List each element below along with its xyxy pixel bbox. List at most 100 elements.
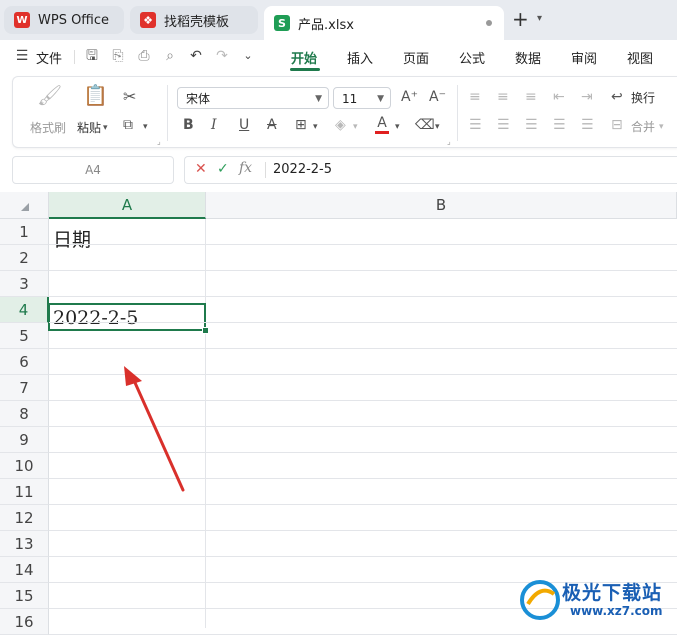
fill-chevron-icon[interactable]: ▾	[353, 119, 358, 135]
strikethrough-icon[interactable]: A	[267, 117, 277, 133]
italic-icon[interactable]: I	[211, 117, 217, 133]
row-header-1[interactable]: 1	[0, 219, 49, 245]
eraser-icon[interactable]: ⌫	[415, 117, 435, 133]
chevron-down-icon[interactable]: ▼	[377, 88, 384, 110]
row-header-14[interactable]: 14	[0, 557, 49, 583]
menu-tab-review[interactable]: 审阅	[571, 48, 597, 67]
menu-tab-page[interactable]: 页面	[403, 48, 429, 67]
redo-icon[interactable]: ↷	[214, 48, 230, 64]
wrap-text-label[interactable]: 换行	[631, 89, 655, 106]
divider	[265, 162, 266, 178]
row-header-10[interactable]: 10	[0, 453, 49, 479]
merge-cells-label[interactable]: 合并	[631, 118, 655, 135]
row-header-16[interactable]: 16	[0, 609, 49, 635]
row-header-6[interactable]: 6	[0, 349, 49, 375]
save-icon[interactable]: 🖫	[84, 48, 100, 64]
font-name-combo[interactable]: 宋体 ▼	[177, 87, 329, 109]
align-middle-icon[interactable]: ≡	[497, 89, 509, 105]
chevron-down-icon[interactable]: ▼	[315, 88, 322, 110]
border-chevron-icon[interactable]: ▾	[313, 119, 318, 135]
align-top-icon[interactable]: ≡	[469, 89, 481, 105]
copy-chevron-icon[interactable]: ▾	[143, 119, 148, 135]
paste-chevron-icon[interactable]: ▾	[103, 120, 108, 136]
align-center-icon[interactable]: ☰	[497, 117, 510, 133]
more-chevron-down-icon[interactable]: ⌄	[240, 48, 256, 64]
decrease-indent-icon[interactable]: ⇤	[553, 89, 565, 105]
formula-input[interactable]: 2022-2-5	[273, 162, 332, 177]
chevron-down-icon[interactable]: ▾	[537, 13, 542, 24]
new-tab-plus-icon[interactable]: +	[512, 9, 529, 29]
justify-icon[interactable]: ☰	[553, 117, 566, 133]
spreadsheet-grid: A B 1 2 3 4 5 6 7 8 9 10 11 12 13 14 15 16 日期 2022-2-5	[0, 192, 677, 635]
row-header-3[interactable]: 3	[0, 271, 49, 297]
menu-tab-home[interactable]: 开始	[291, 48, 317, 67]
decrease-font-icon[interactable]: A⁻	[429, 89, 446, 105]
row-gridline	[49, 400, 677, 401]
font-color-chevron-icon[interactable]: ▾	[395, 119, 400, 135]
row-header-5[interactable]: 5	[0, 323, 49, 349]
wrap-text-icon[interactable]: ↩	[611, 89, 623, 105]
cancel-icon[interactable]: ✕	[195, 161, 207, 177]
tab-product-xlsx[interactable]: S 产品.xlsx	[264, 6, 504, 40]
menu-file[interactable]: 文件	[36, 48, 62, 67]
confirm-icon[interactable]: ✓	[217, 161, 229, 177]
border-icon[interactable]: ⊞	[295, 117, 307, 133]
row-gridline	[49, 426, 677, 427]
row-header-2[interactable]: 2	[0, 245, 49, 271]
unsaved-dot-icon[interactable]	[486, 20, 492, 26]
tab-wps-office[interactable]: W WPS Office	[4, 6, 124, 34]
align-bottom-icon[interactable]: ≡	[525, 89, 537, 105]
underline-icon[interactable]: U	[239, 117, 249, 133]
increase-indent-icon[interactable]: ⇥	[581, 89, 593, 105]
export-pdf-icon[interactable]: ⎘	[110, 48, 126, 64]
row-header-4[interactable]: 4	[0, 297, 49, 323]
distributed-icon[interactable]: ☰	[581, 117, 594, 133]
merge-chevron-icon[interactable]: ▾	[659, 119, 664, 135]
row-header-7[interactable]: 7	[0, 375, 49, 401]
font-size-combo[interactable]: 11 ▼	[333, 87, 391, 109]
tab-docer[interactable]: ❖ 找稻壳模板	[130, 6, 258, 34]
menu-tab-data[interactable]: 数据	[515, 48, 541, 67]
column-header-a[interactable]: A	[49, 192, 206, 219]
font-group-expand-icon[interactable]: ⌟	[447, 137, 451, 146]
paste-label[interactable]: 粘贴	[77, 119, 101, 136]
format-painter-label[interactable]: 格式刷	[30, 119, 66, 136]
copy-icon[interactable]: ⧉	[123, 117, 133, 133]
fill-handle[interactable]	[202, 327, 209, 334]
increase-font-icon[interactable]: A⁺	[401, 89, 418, 105]
hamburger-menu-icon[interactable]: ☰	[14, 48, 30, 64]
column-header-b[interactable]: B	[206, 192, 677, 219]
row-header-13[interactable]: 13	[0, 531, 49, 557]
row-gridline	[49, 296, 677, 297]
row-gridline	[49, 348, 677, 349]
row-header-12[interactable]: 12	[0, 505, 49, 531]
print-preview-icon[interactable]: ⌕	[162, 48, 178, 64]
menu-tab-formula[interactable]: 公式	[459, 48, 485, 67]
align-left-icon[interactable]: ☰	[469, 117, 482, 133]
row-header-11[interactable]: 11	[0, 479, 49, 505]
bold-icon[interactable]: B	[183, 117, 194, 133]
clipboard-group-expand-icon[interactable]: ⌟	[157, 137, 161, 146]
select-all-button[interactable]	[0, 192, 49, 219]
undo-icon[interactable]: ↶	[188, 48, 204, 64]
cut-icon[interactable]: ✂	[123, 89, 136, 105]
cell-a1[interactable]: 日期	[53, 225, 91, 252]
row-header-15[interactable]: 15	[0, 583, 49, 609]
menu-tab-insert[interactable]: 插入	[347, 48, 373, 67]
name-box[interactable]: A4	[12, 156, 174, 184]
print-icon[interactable]: ⎙	[136, 48, 152, 64]
menu-tab-view[interactable]: 视图	[627, 48, 653, 67]
watermark-logo-icon	[520, 580, 560, 620]
watermark-title: 极光下载站	[562, 582, 663, 604]
fill-color-icon[interactable]: ◈	[335, 117, 346, 133]
row-gridline	[49, 452, 677, 453]
font-color-icon[interactable]: A	[375, 115, 389, 134]
paste-icon[interactable]: 📋	[83, 85, 108, 105]
insert-function-icon[interactable]: fx	[239, 160, 252, 176]
merge-cells-icon[interactable]: ⊟	[611, 117, 623, 133]
row-header-8[interactable]: 8	[0, 401, 49, 427]
row-header-9[interactable]: 9	[0, 427, 49, 453]
align-right-icon[interactable]: ☰	[525, 117, 538, 133]
eraser-chevron-icon[interactable]: ▾	[435, 119, 440, 135]
format-painter-icon[interactable]: 🖌	[37, 85, 62, 105]
